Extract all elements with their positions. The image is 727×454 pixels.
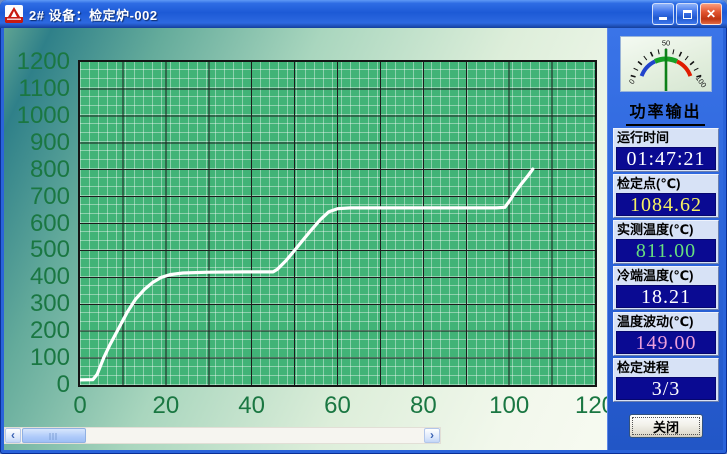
power-output-title: 功率输出 <box>608 98 723 126</box>
gauge-canvas: 0 50 100 <box>621 37 711 91</box>
window-title: 2# 设备：检定炉-002 <box>29 5 650 24</box>
readout-label: 运行时间 <box>616 130 716 147</box>
readout-group-0: 运行时间01:47:21 <box>613 128 719 172</box>
scrollbar-thumb[interactable] <box>22 428 86 443</box>
app-window: 2# 设备：检定炉-002 ✕ 010020030040050060070080… <box>0 0 727 454</box>
scroll-right-icon: › <box>430 428 434 442</box>
y-tick-label: 600 <box>4 211 74 237</box>
plot-area <box>78 60 597 387</box>
titlebar[interactable]: 2# 设备：检定炉-002 ✕ <box>0 0 727 28</box>
power-output-text: 功率输出 <box>626 98 704 126</box>
readout-value: 1084.62 <box>616 193 716 216</box>
y-tick-label: 500 <box>4 237 74 263</box>
readout-group-5: 检定进程3/3 <box>613 358 719 402</box>
gauge-tick-label-50: 50 <box>662 39 670 48</box>
x-tick-label: 100 <box>473 393 545 419</box>
y-tick-label: 800 <box>4 157 74 183</box>
readout-value: 149.00 <box>616 331 716 354</box>
y-tick-label: 1200 <box>4 49 74 75</box>
y-tick-label: 300 <box>4 291 74 317</box>
gauge-low-arc <box>642 61 655 76</box>
gauge-tick-label-100: 100 <box>694 74 709 89</box>
close-action-button[interactable]: 关闭 <box>629 414 703 438</box>
x-tick-label: 80 <box>387 393 459 419</box>
scroll-left-button[interactable]: ‹ <box>5 428 21 443</box>
thumb-grip-icon <box>50 433 59 440</box>
readout-group-4: 温度波动(℃)149.00 <box>613 312 719 356</box>
grid-lines <box>80 62 595 385</box>
gauge-high-arc <box>677 61 690 76</box>
readout-value: 811.00 <box>616 239 716 262</box>
readout-value: 18.21 <box>616 285 716 308</box>
readout-value: 3/3 <box>616 377 716 400</box>
y-tick-label: 1100 <box>4 76 74 102</box>
y-tick-label: 700 <box>4 184 74 210</box>
x-tick-label: 40 <box>216 393 288 419</box>
y-tick-label: 200 <box>4 318 74 344</box>
readout-label: 实测温度(℃) <box>616 222 716 239</box>
readout-label: 冷端温度(℃) <box>616 268 716 285</box>
maximize-icon <box>683 10 692 19</box>
plot-canvas <box>80 62 595 385</box>
readout-group-1: 检定点(℃)1084.62 <box>613 174 719 218</box>
temperature-curve <box>80 169 533 380</box>
y-tick-label: 100 <box>4 345 74 371</box>
y-tick-label: 900 <box>4 130 74 156</box>
power-gauge: 0 50 100 <box>620 36 712 92</box>
readout-label: 检定点(℃) <box>616 176 716 193</box>
minimize-icon <box>659 17 667 20</box>
close-icon: ✕ <box>706 8 716 20</box>
minimize-button[interactable] <box>652 3 674 25</box>
scroll-right-button[interactable]: › <box>424 428 440 443</box>
x-tick-label: 0 <box>44 393 116 419</box>
maximize-button[interactable] <box>676 3 698 25</box>
x-tick-label: 60 <box>302 393 374 419</box>
readout-value: 01:47:21 <box>616 147 716 170</box>
app-icon <box>5 5 23 23</box>
x-tick-label: 120 <box>559 393 607 419</box>
x-tick-label: 20 <box>130 393 202 419</box>
chart-widget: 0100200300400500600700800900100011001200… <box>4 28 607 450</box>
right-panel: 0 50 100 功率输出 运行时间01:47:21检定点(℃)1084.62实… <box>607 28 723 450</box>
gauge-tick-label-0: 0 <box>627 77 637 86</box>
readout-group-2: 实测温度(℃)811.00 <box>613 220 719 264</box>
readout-label: 检定进程 <box>616 360 716 377</box>
y-tick-label: 400 <box>4 264 74 290</box>
y-tick-label: 1000 <box>4 103 74 129</box>
readout-label: 温度波动(℃) <box>616 314 716 331</box>
scroll-left-icon: ‹ <box>11 428 15 442</box>
close-window-button[interactable]: ✕ <box>700 3 722 25</box>
h-scrollbar[interactable]: ‹ › <box>4 427 441 444</box>
readout-group-3: 冷端温度(℃)18.21 <box>613 266 719 310</box>
